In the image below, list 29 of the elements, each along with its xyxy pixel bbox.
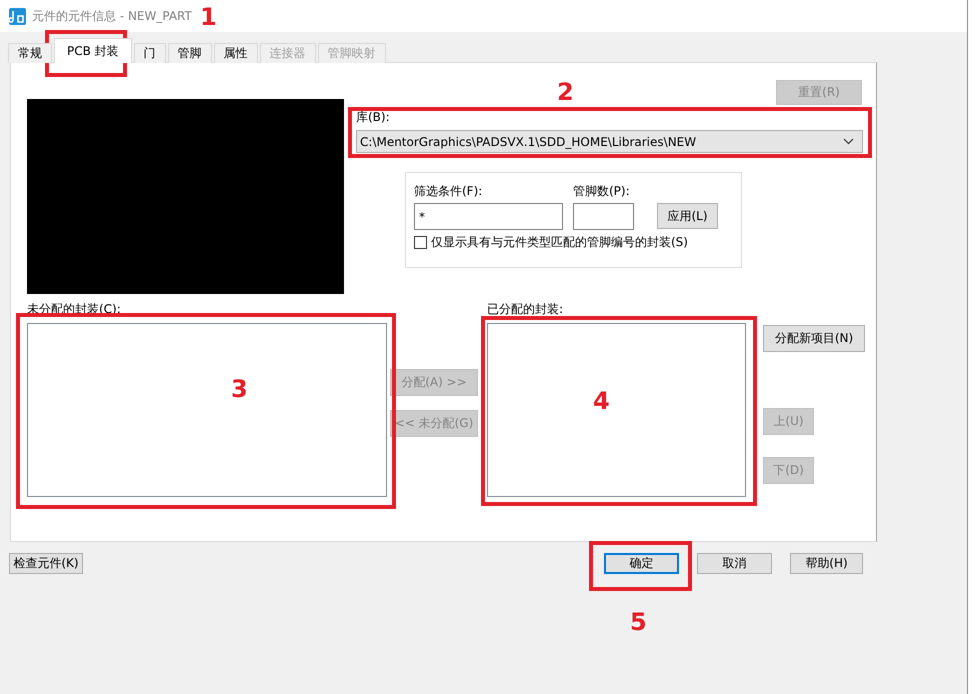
library-label: 库(B): [356, 109, 391, 126]
tab[interactable]: 属性 [214, 43, 258, 63]
side-button[interactable]: 分配新项目(N) [763, 325, 865, 352]
filter-label: 筛选条件(F): [414, 183, 484, 200]
pin-count-label: 管脚数(P): [573, 183, 631, 200]
dialog-button[interactable]: 检查元件(K) [9, 553, 83, 574]
annotation-number: 3 [231, 377, 248, 401]
checkbox-label: 仅显示具有与元件类型匹配的管脚编号的封装(S) [431, 234, 688, 251]
tab[interactable]: PCB 封装 [54, 38, 132, 63]
app-icon [9, 8, 26, 24]
checkbox[interactable] [414, 236, 427, 249]
annotation-number: 2 [557, 80, 574, 104]
dialog-button[interactable]: 确定 [604, 553, 679, 574]
tab[interactable]: 常规 [8, 43, 52, 63]
library-dropdown[interactable]: C:\MentorGraphics\PADSVX.1\SDD_HOME\Libraries\NEW [356, 130, 863, 153]
dialog-button[interactable]: 取消 [697, 553, 772, 574]
tab[interactable]: 管脚 [168, 43, 212, 63]
chevron-down-icon [843, 138, 854, 145]
assigned-label: 已分配的封装: [487, 301, 564, 318]
pin-count-field[interactable] [573, 203, 634, 230]
filter-field[interactable]: * [414, 203, 563, 230]
apply-button[interactable]: 应用(L) [657, 203, 718, 229]
dialog-button[interactable]: 帮助(H) [790, 553, 863, 574]
annotation-number: 1 [200, 5, 217, 29]
library-value: C:\MentorGraphics\PADSVX.1\SDD_HOME\Libraries\NEW [360, 134, 696, 148]
annotation-number: 4 [593, 389, 610, 413]
tab[interactable]: 门 [134, 43, 166, 63]
window-title: 元件的元件信息 - NEW_PART [32, 8, 192, 24]
annotation-number: 5 [630, 610, 647, 634]
